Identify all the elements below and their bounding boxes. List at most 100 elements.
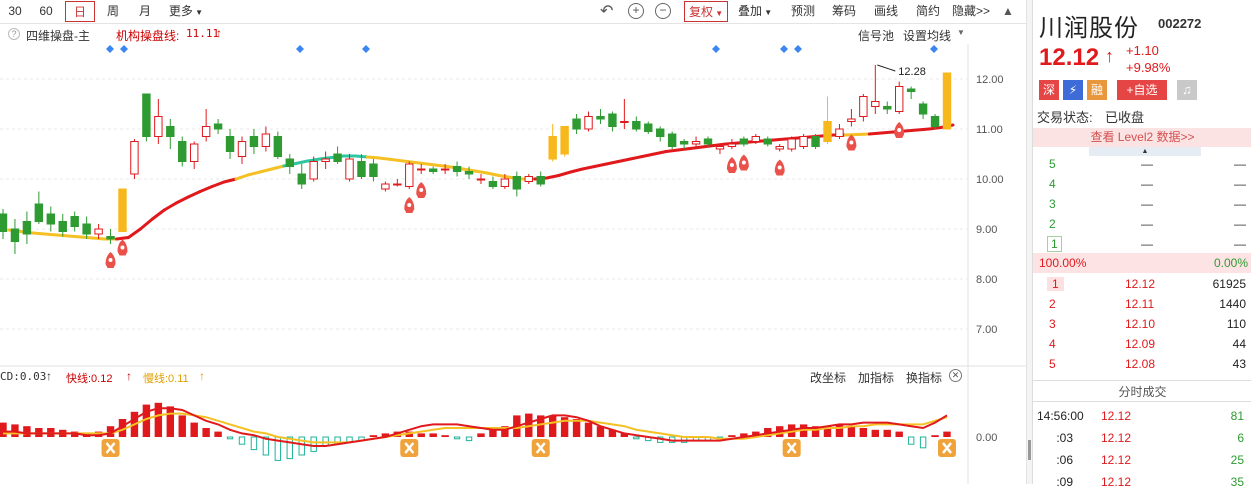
level2-link[interactable]: 查看 Level2 数据>> xyxy=(1090,130,1194,144)
y-tick-label: 11.00 xyxy=(976,124,1003,136)
tick-volume: 6 xyxy=(1237,431,1244,445)
candle-body xyxy=(452,166,462,172)
tick-row: :03 12.12 6 xyxy=(1033,428,1251,448)
candle-body xyxy=(428,168,438,172)
add-watchlist-button[interactable]: +自选 xyxy=(1117,80,1167,100)
tick-time: :03 xyxy=(1056,431,1073,445)
sell-order-row[interactable]: 4 — — xyxy=(1033,174,1251,194)
macd-bar xyxy=(943,431,951,437)
ma-segment xyxy=(150,208,166,221)
rocket-icon xyxy=(416,182,427,198)
candle-body xyxy=(58,221,67,232)
candle-body xyxy=(333,153,342,162)
candle-body xyxy=(201,126,211,137)
signal-diamond-icon xyxy=(296,45,304,53)
macd-bar xyxy=(0,422,7,437)
candle-body xyxy=(154,116,163,137)
annotation-arrow xyxy=(877,64,896,72)
ma-segment xyxy=(569,167,585,174)
candle-body xyxy=(656,128,665,137)
rocket-window xyxy=(108,258,113,262)
market-badge[interactable]: 深 xyxy=(1039,80,1059,100)
ma-segment xyxy=(640,152,656,158)
candle-body xyxy=(46,213,56,225)
ma-segment xyxy=(67,234,83,239)
candle-body xyxy=(476,178,486,181)
candle-body xyxy=(775,146,784,150)
ma-segment xyxy=(210,180,226,188)
signal-diamond-icon xyxy=(106,45,114,53)
macd-bar xyxy=(584,422,593,437)
sell-order-row[interactable]: 3 — — xyxy=(1033,194,1251,214)
sell-order-row[interactable]: 5 — — xyxy=(1033,154,1251,174)
candle-body xyxy=(883,106,892,110)
candle-body xyxy=(393,183,402,186)
kline-chart[interactable]: 12.00 11.00 10.00 9.00 8.00 7.00 12.28 0.00 xyxy=(0,0,1026,484)
candle-body xyxy=(118,188,127,232)
ma-segment xyxy=(581,165,596,171)
candle-body xyxy=(859,96,868,117)
volume: 44 xyxy=(1232,337,1246,351)
tick-time: :06 xyxy=(1056,453,1073,467)
sell-order-row[interactable]: 2 — — xyxy=(1033,214,1251,234)
tick-volume: 25 xyxy=(1230,453,1244,467)
candle-body xyxy=(727,143,737,147)
ma-segment xyxy=(126,227,142,239)
sell-order-row[interactable]: 1 — — xyxy=(1033,234,1251,254)
cross-signal-icon xyxy=(101,439,120,457)
ma-segment xyxy=(43,232,59,237)
macd-bar xyxy=(477,433,485,437)
level: 1 xyxy=(1047,236,1062,252)
macd-bar xyxy=(835,424,844,437)
ratio-left: 100.00% xyxy=(1039,256,1087,270)
buy-order-row[interactable]: 5 12.08 43 xyxy=(1033,354,1251,374)
macd-histogram xyxy=(0,402,951,461)
buy-order-row[interactable]: 3 12.10 110 xyxy=(1033,314,1251,334)
ma-segment xyxy=(174,195,190,205)
buy-order-row[interactable]: 2 12.11 1440 xyxy=(1033,294,1251,314)
price: — xyxy=(1141,177,1153,191)
price: 12.10 xyxy=(1125,317,1156,331)
candle-body xyxy=(691,141,701,145)
y-tick-label: 8.00 xyxy=(976,274,997,286)
candle-body xyxy=(34,203,44,222)
candle-body xyxy=(667,133,677,147)
ticks-title: 分时成交 xyxy=(1033,380,1251,402)
candle-body xyxy=(811,136,820,147)
candle-body xyxy=(715,146,725,150)
level2-bar[interactable]: 查看 Level2 数据>> xyxy=(1033,128,1251,147)
tick-price: 12.12 xyxy=(1101,431,1132,445)
price-change: +1.10 xyxy=(1126,43,1159,58)
ma-segment xyxy=(604,160,620,166)
cross-signal-icon xyxy=(938,439,956,457)
tick-price: 12.12 xyxy=(1101,453,1132,467)
cross-signal-icon xyxy=(400,439,419,457)
alert-bell-icon[interactable]: ♫ xyxy=(1177,80,1197,100)
status-value: 已收盘 xyxy=(1105,110,1145,125)
ma-segment xyxy=(294,159,310,165)
splitter-handle[interactable] xyxy=(1028,440,1031,460)
ma-segment xyxy=(772,137,788,142)
candle-body xyxy=(560,126,569,155)
candle-body xyxy=(10,228,20,242)
macd-bar xyxy=(453,436,461,440)
buy-order-row[interactable]: 4 12.09 44 xyxy=(1033,334,1251,354)
lightning-icon[interactable]: ⚡ xyxy=(1063,80,1083,100)
buy-order-row[interactable]: 1 12.12 61925 xyxy=(1033,274,1251,294)
macd-bar xyxy=(226,436,234,440)
macd-bar xyxy=(190,422,198,437)
ma-segment xyxy=(688,145,704,150)
candle-body xyxy=(22,221,32,235)
candle-body xyxy=(213,123,223,130)
rocket-window xyxy=(897,128,902,132)
ma-segment xyxy=(31,231,47,236)
candle-body xyxy=(751,136,761,142)
rocket-icon xyxy=(105,252,116,268)
rocket-icon xyxy=(738,154,749,171)
tick-price: 12.12 xyxy=(1101,409,1132,423)
rocket-icon xyxy=(894,122,905,138)
last-price: 12.12 xyxy=(1039,44,1100,71)
chart-panel: 30 60 日 周 月 更多 ▼ ↶ + − 复权 ▼ 叠加 ▼ 预测 筹码 画… xyxy=(0,0,1026,484)
margin-badge[interactable]: 融 xyxy=(1087,80,1107,100)
candle-body xyxy=(369,163,378,177)
